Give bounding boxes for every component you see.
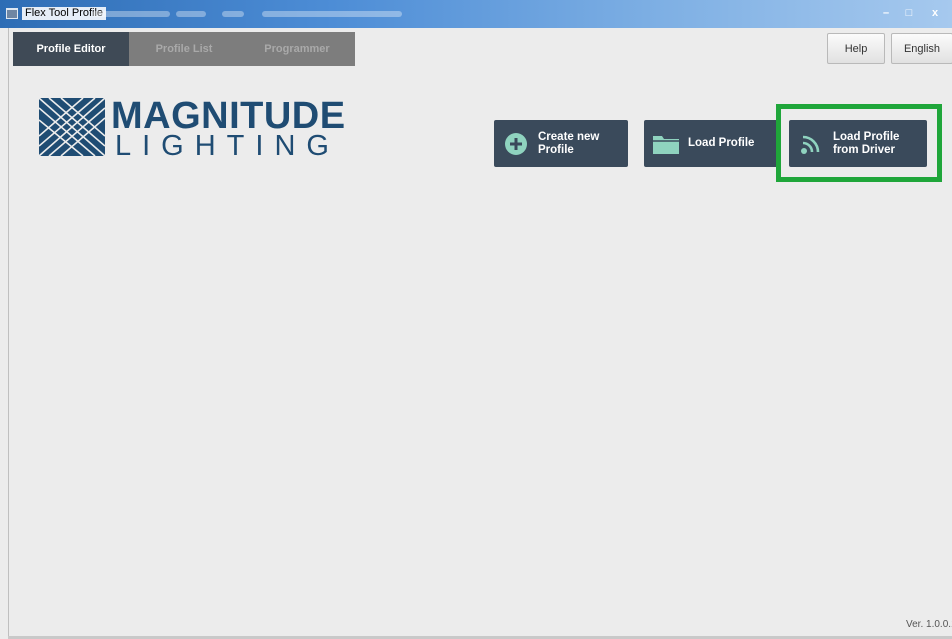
blurred-title-segment (262, 11, 402, 17)
tab-profile-list[interactable]: Profile List (129, 32, 239, 66)
minimize-button[interactable]: – (875, 4, 897, 21)
folder-icon (644, 132, 688, 156)
magnitude-lighting-logo: MAGNITUDE LIGHTING (39, 96, 345, 161)
maximize-button[interactable]: □ (898, 4, 920, 21)
logo-wordmark-secondary: LIGHTING (115, 130, 340, 162)
tab-programmer[interactable]: Programmer (239, 32, 355, 66)
close-button[interactable]: x (921, 4, 949, 21)
highlight-box (776, 104, 942, 182)
create-label-line1: Create new (538, 130, 600, 143)
blurred-title-segment (222, 11, 244, 17)
load-profile-label: Load Profile (688, 137, 755, 149)
version-label: Ver. 1.0.0.1 (906, 619, 952, 630)
tab-bar: Profile Editor Profile List Programmer (13, 32, 355, 66)
plus-circle-icon (494, 132, 538, 156)
help-button[interactable]: Help (827, 33, 885, 64)
main-window: Profile Editor Profile List Programmer H… (8, 28, 952, 639)
tab-profile-editor[interactable]: Profile Editor (13, 32, 129, 66)
title-bar: Flex Tool Profile – □ x (0, 0, 952, 28)
app-icon (6, 8, 18, 19)
create-new-profile-label: Create new Profile (538, 131, 607, 157)
load-profile-button[interactable]: Load Profile (644, 120, 778, 167)
logo-mark-icon (39, 98, 105, 156)
blurred-title-segment (176, 11, 206, 17)
language-button[interactable]: English (891, 33, 952, 64)
create-label-line2: Profile (538, 143, 574, 156)
create-new-profile-button[interactable]: Create new Profile (494, 120, 628, 167)
blurred-title-segment (92, 11, 170, 17)
